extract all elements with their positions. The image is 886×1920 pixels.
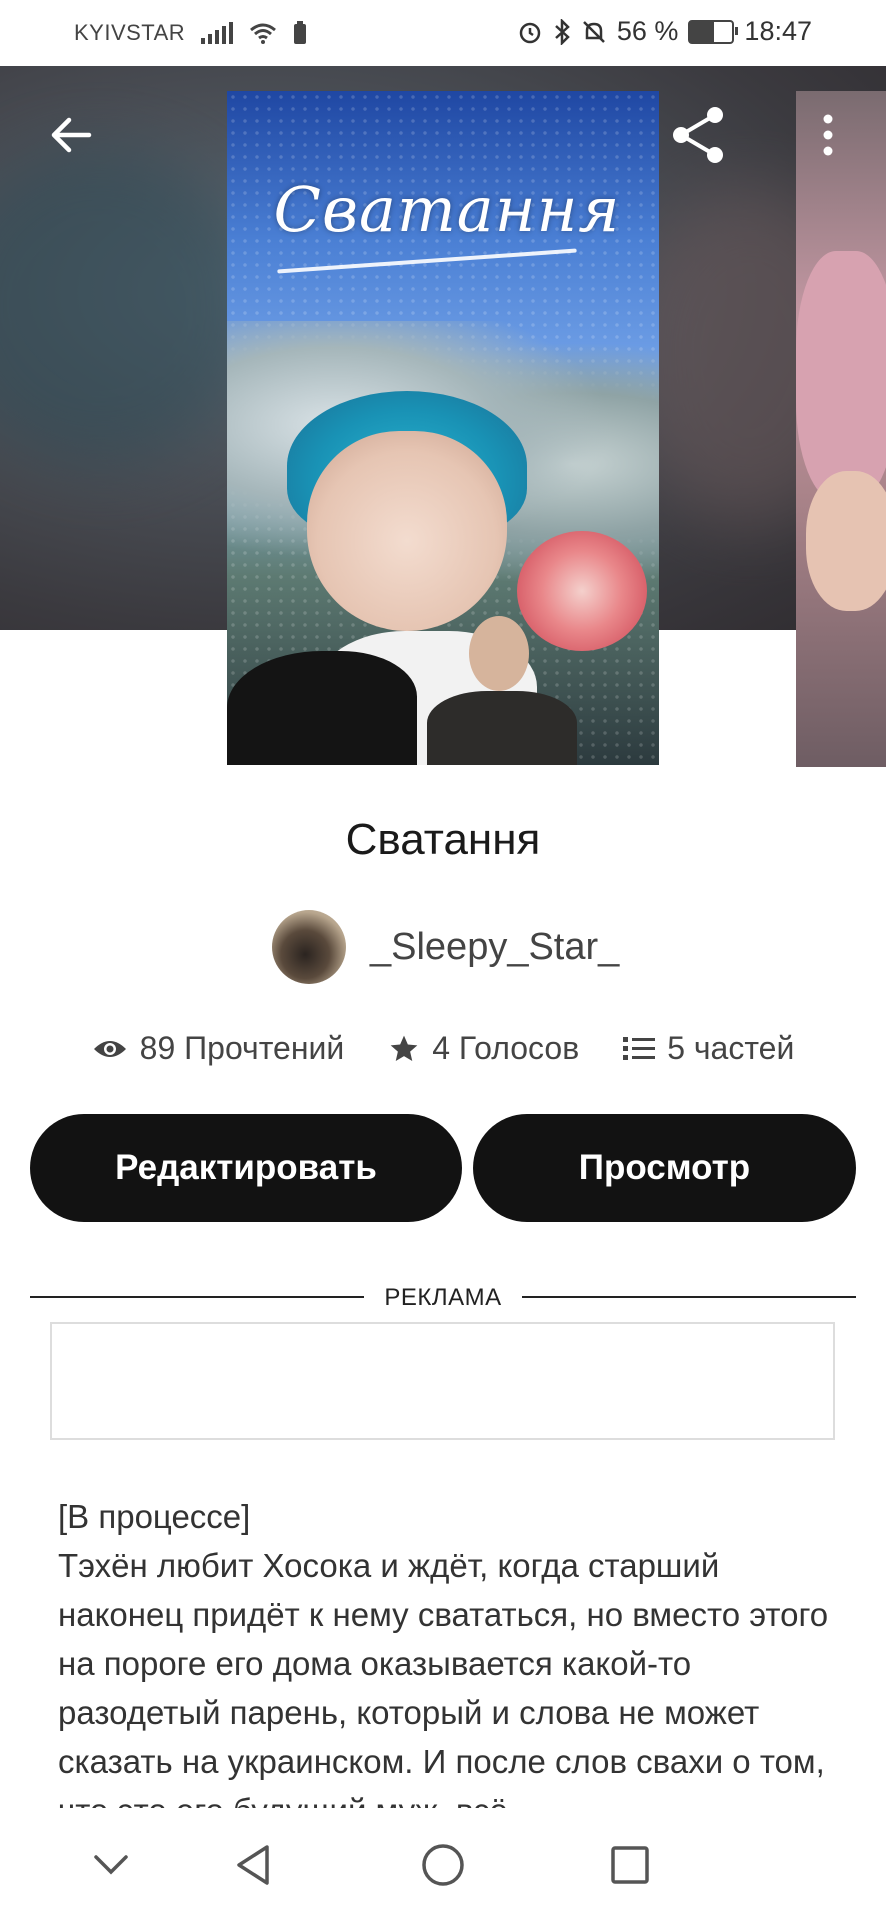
nav-recents-button[interactable] xyxy=(595,1830,665,1900)
battery-level xyxy=(690,21,714,42)
signal-icon xyxy=(201,22,234,44)
share-button[interactable] xyxy=(664,100,734,170)
list-icon xyxy=(623,1036,656,1060)
reads-count: 89 Прочтений xyxy=(139,1030,345,1066)
back-triangle-icon xyxy=(237,1845,269,1885)
edit-button[interactable]: Редактировать xyxy=(30,1114,462,1222)
story-cover-image[interactable]: Сватання xyxy=(227,91,659,765)
alarm-icon xyxy=(519,22,541,43)
chevron-down-icon xyxy=(94,1855,128,1875)
next-story-cover[interactable] xyxy=(796,91,886,767)
more-options-button[interactable] xyxy=(804,100,852,170)
eye-icon xyxy=(93,1040,126,1057)
wifi-icon xyxy=(250,23,277,44)
system-navigation-bar xyxy=(0,1808,886,1920)
story-description: [В процессе] Тэхён любит Хосока и ждёт, … xyxy=(58,1492,848,1835)
clock: 18:47 xyxy=(744,16,812,46)
view-button[interactable]: Просмотр xyxy=(473,1114,856,1222)
mute-icon xyxy=(582,20,605,43)
author-name[interactable]: _Sleepy_Star_ xyxy=(370,926,619,969)
story-status: [В процессе] xyxy=(58,1498,251,1535)
cover-title-text: Сватання xyxy=(273,173,621,246)
back-button[interactable] xyxy=(36,100,106,170)
parts-count: 5 частей xyxy=(667,1030,795,1066)
share-icon xyxy=(673,107,723,163)
bluetooth-icon xyxy=(555,18,570,45)
reads-stat: 89 Прочтений xyxy=(92,1030,345,1067)
votes-count: 4 Голосов xyxy=(432,1030,580,1066)
ad-label: РЕКЛАМА xyxy=(364,1282,522,1312)
star-icon xyxy=(390,1035,418,1061)
carrier-name: KYIVSTAR xyxy=(74,20,186,45)
recents-square-icon xyxy=(611,1846,649,1884)
nav-back-button[interactable] xyxy=(218,1830,288,1900)
hide-keyboard-button[interactable] xyxy=(76,1830,146,1900)
story-stats: 89 Прочтений 4 Голосов 5 частей xyxy=(0,1030,886,1067)
ad-banner[interactable] xyxy=(50,1322,835,1440)
status-bar: KYIVSTAR 56 % 18:47 xyxy=(0,0,886,66)
description-text: Тэхён любит Хосока и ждёт, когда старший… xyxy=(58,1547,829,1829)
author-avatar[interactable] xyxy=(272,910,346,984)
parts-stat: 5 частей xyxy=(623,1030,794,1067)
votes-stat: 4 Голосов xyxy=(388,1030,579,1067)
more-vertical-icon xyxy=(823,114,833,156)
battery-icon xyxy=(688,19,739,44)
author-link[interactable]: _Sleepy_Star_ xyxy=(272,910,619,984)
nav-home-button[interactable] xyxy=(408,1830,478,1900)
battery-saver-icon xyxy=(294,21,307,44)
arrow-left-icon xyxy=(51,117,92,153)
story-title: Сватання xyxy=(345,815,541,864)
home-circle-icon xyxy=(422,1844,464,1886)
battery-percent: 56 % xyxy=(616,16,679,46)
